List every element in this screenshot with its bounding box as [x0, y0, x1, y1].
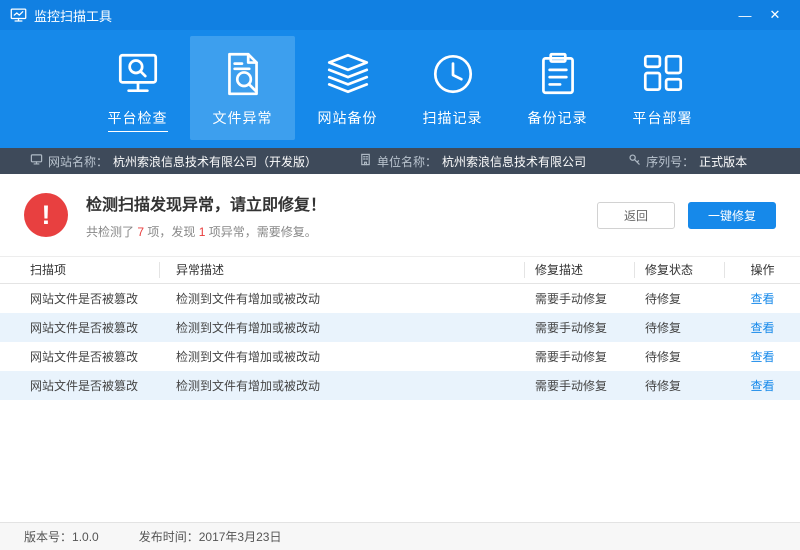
site-name-item: 网站名称： 杭州索浪信息技术有限公司（开发版） [30, 153, 317, 170]
version-value: 1.0.0 [72, 529, 99, 544]
org-name-label: 单位名称： [377, 154, 438, 169]
view-link[interactable]: 查看 [750, 292, 774, 306]
cell-scan-item: 网站文件是否被篡改 [30, 379, 139, 393]
view-link[interactable]: 查看 [750, 321, 774, 335]
summary-prefix: 共检测了 [86, 224, 138, 239]
serial-item: 序列号： 正式版本 [628, 153, 747, 170]
org-name-item: 单位名称： 杭州索浪信息技术有限公司 [359, 153, 586, 170]
tab-scan-history[interactable]: 扫描记录 [400, 36, 505, 140]
monitor-icon [30, 153, 43, 169]
close-icon[interactable]: ✕ [760, 0, 790, 30]
key-icon [628, 153, 641, 169]
app-logo-icon [10, 7, 27, 24]
window-title: 监控扫描工具 [34, 8, 113, 24]
summary-suffix: 项异常，需要修复。 [205, 224, 317, 239]
site-name-label: 网站名称： [48, 154, 109, 169]
status-bar: 版本号： 1.0.0 发布时间： 2017年3月23日 [0, 522, 800, 550]
cell-fix-status: 待修复 [645, 379, 682, 393]
header-fix-desc: 修复描述 [525, 262, 635, 278]
clock-icon [428, 46, 478, 102]
cell-fix-status: 待修复 [645, 292, 682, 306]
app-window: 监控扫描工具 — ✕ 平台检查 文件异常 网站备份 扫描记录 备份记录 平台部署… [0, 0, 800, 550]
header-action: 操作 [750, 263, 775, 277]
tab-backup-history[interactable]: 备份记录 [505, 36, 610, 140]
version-label: 版本号： [24, 530, 73, 544]
table-row: 网站文件是否被篡改 检测到文件有增加或被改动 需要手动修复 待修复 查看 [0, 371, 800, 400]
org-name-value: 杭州索浪信息技术有限公司 [442, 154, 587, 169]
cell-anomaly: 检测到文件有增加或被改动 [176, 350, 321, 364]
scan-result-table: 扫描项 异常描述 修复描述 修复状态 操作 网站文件是否被篡改 检测到文件有增加… [0, 256, 800, 522]
clipboard-icon [533, 46, 583, 102]
tab-label: 平台检查 [107, 108, 168, 132]
serial-value: 正式版本 [699, 154, 748, 169]
layers-icon [323, 46, 373, 102]
summary-middle: 项，发现 [144, 224, 199, 239]
tab-platform-check[interactable]: 平台检查 [85, 36, 190, 140]
building-icon [359, 153, 372, 169]
alert-title: 检测扫描发现异常，请立即修复！ [86, 196, 327, 214]
one-click-fix-button[interactable]: 一键修复 [688, 201, 776, 229]
cell-fix-desc: 需要手动修复 [535, 292, 608, 306]
table-row: 网站文件是否被篡改 检测到文件有增加或被改动 需要手动修复 待修复 查看 [0, 284, 800, 313]
header-fix-status: 修复状态 [635, 262, 725, 278]
back-button[interactable]: 返回 [597, 201, 675, 229]
cell-anomaly: 检测到文件有增加或被改动 [176, 379, 321, 393]
minimize-icon[interactable]: — [730, 0, 760, 30]
table-row: 网站文件是否被篡改 检测到文件有增加或被改动 需要手动修复 待修复 查看 [0, 313, 800, 342]
cell-fix-desc: 需要手动修复 [535, 350, 608, 364]
main-toolbar: 平台检查 文件异常 网站备份 扫描记录 备份记录 平台部署 [0, 30, 800, 148]
cell-fix-status: 待修复 [645, 350, 682, 364]
cell-fix-desc: 需要手动修复 [535, 379, 608, 393]
tab-site-backup[interactable]: 网站备份 [295, 36, 400, 140]
file-search-icon [218, 46, 268, 102]
table-header: 扫描项 异常描述 修复描述 修复状态 操作 [0, 256, 800, 284]
cell-scan-item: 网站文件是否被篡改 [30, 321, 139, 335]
header-scan-item: 扫描项 [0, 262, 160, 278]
release-date-info: 发布时间： 2017年3月23日 [139, 528, 282, 545]
tab-label: 平台部署 [632, 110, 693, 126]
header-anomaly-desc: 异常描述 [160, 262, 525, 278]
table-row: 网站文件是否被篡改 检测到文件有增加或被改动 需要手动修复 待修复 查看 [0, 342, 800, 371]
version-info: 版本号： 1.0.0 [24, 528, 99, 545]
cell-fix-status: 待修复 [645, 321, 682, 335]
cell-scan-item: 网站文件是否被篡改 [30, 350, 139, 364]
table-body: 网站文件是否被篡改 检测到文件有增加或被改动 需要手动修复 待修复 查看 网站文… [0, 284, 800, 400]
title-bar: 监控扫描工具 — ✕ [0, 0, 800, 30]
release-date-label: 发布时间： [138, 530, 199, 544]
tab-file-anomaly[interactable]: 文件异常 [190, 36, 295, 140]
cell-anomaly: 检测到文件有增加或被改动 [176, 292, 321, 306]
warning-icon: ! [24, 193, 68, 237]
view-link[interactable]: 查看 [750, 379, 774, 393]
serial-label: 序列号： [646, 154, 695, 169]
cell-scan-item: 网站文件是否被篡改 [30, 292, 139, 306]
cell-fix-desc: 需要手动修复 [535, 321, 608, 335]
release-date-value: 2017年3月23日 [198, 530, 282, 544]
info-bar: 网站名称： 杭州索浪信息技术有限公司（开发版） 单位名称： 杭州索浪信息技术有限公司… [0, 148, 800, 174]
tab-label: 网站备份 [317, 110, 378, 126]
site-name-value: 杭州索浪信息技术有限公司（开发版） [113, 154, 318, 169]
tab-label: 文件异常 [212, 110, 273, 126]
view-link[interactable]: 查看 [750, 350, 774, 364]
alert-summary: 共检测了 7 项，发现 1 项异常，需要修复。 [86, 223, 326, 240]
tab-label: 备份记录 [527, 110, 588, 126]
cell-anomaly: 检测到文件有增加或被改动 [176, 321, 321, 335]
alert-panel: ! 检测扫描发现异常，请立即修复！ 共检测了 7 项，发现 1 项异常，需要修复… [0, 174, 800, 256]
tab-label: 扫描记录 [422, 110, 483, 126]
grid-blocks-icon [638, 46, 688, 102]
monitor-search-icon [113, 46, 163, 102]
tab-platform-deploy[interactable]: 平台部署 [610, 36, 715, 140]
